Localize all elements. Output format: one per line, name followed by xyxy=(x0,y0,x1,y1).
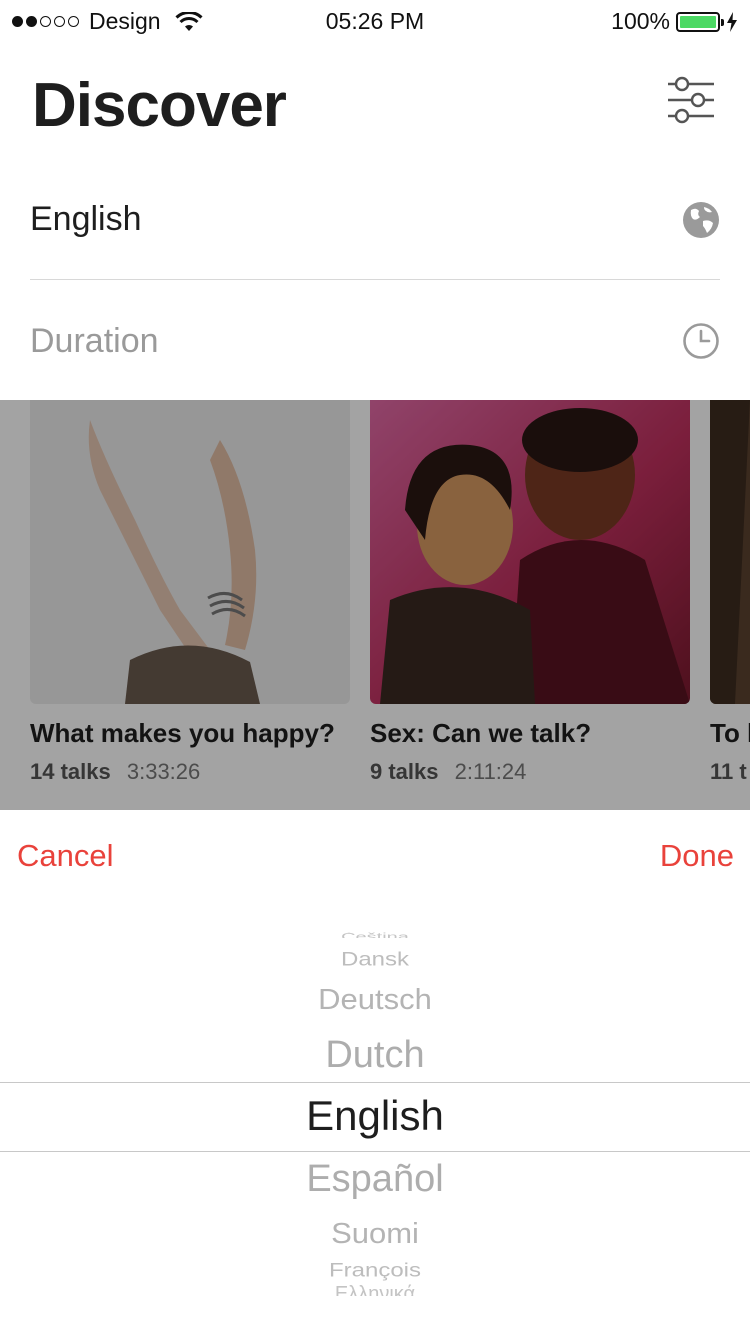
globe-icon xyxy=(683,201,719,238)
battery-fill xyxy=(680,15,716,28)
clock-icon xyxy=(683,323,719,359)
picker-option[interactable]: Deutsch xyxy=(0,982,750,1019)
page-title: Discover xyxy=(32,71,287,140)
duration-filter-row[interactable]: Duration xyxy=(30,281,720,401)
picker-option[interactable]: François xyxy=(0,1260,750,1282)
language-picker[interactable]: Čeština Dansk Deutsch Dutch English Espa… xyxy=(0,902,750,1334)
battery-icon xyxy=(676,11,724,32)
picker-option[interactable]: Suomi xyxy=(0,1216,750,1253)
duration-placeholder: Duration xyxy=(30,321,159,360)
picker-selection-top-line xyxy=(0,1082,750,1083)
cancel-button[interactable]: Cancel xyxy=(17,838,114,874)
battery-percent: 100% xyxy=(611,8,670,34)
picker-option[interactable]: Español xyxy=(0,1155,750,1203)
charging-bolt-icon xyxy=(727,11,737,32)
picker-option-selected[interactable]: English xyxy=(0,1088,750,1144)
status-right: 100% xyxy=(611,8,738,35)
language-value: English xyxy=(30,200,142,238)
status-bar: Design 05:26 PM 100% xyxy=(0,0,750,40)
language-filter-row[interactable]: English xyxy=(30,160,720,280)
done-button[interactable]: Done xyxy=(660,838,734,874)
picker-option[interactable]: Dutch xyxy=(0,1031,750,1079)
picker-toolbar: Cancel Done xyxy=(0,810,750,902)
picker-option[interactable]: Ελληνικά xyxy=(0,1284,750,1296)
picker-option[interactable]: Čeština xyxy=(0,932,750,938)
modal-dim-overlay[interactable] xyxy=(0,400,750,810)
battery-tip xyxy=(721,18,724,26)
picker-selection-bottom-line xyxy=(0,1151,750,1152)
picker-option[interactable]: Dansk xyxy=(0,949,750,971)
sliders-icon[interactable] xyxy=(666,76,716,124)
